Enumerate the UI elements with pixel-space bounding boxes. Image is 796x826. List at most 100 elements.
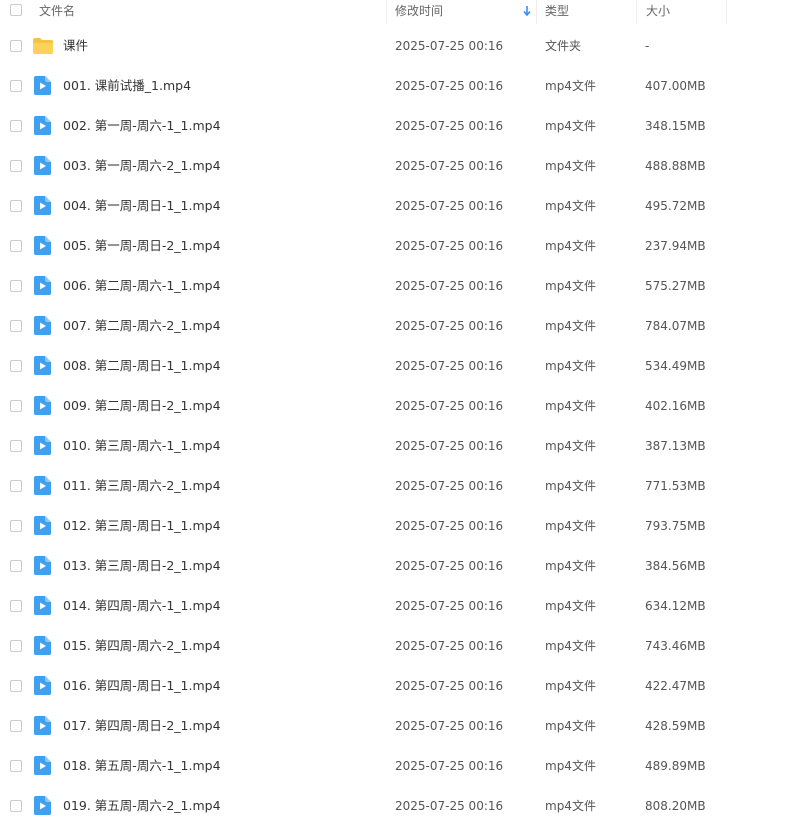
row-checkbox[interactable]	[10, 600, 22, 612]
row-checkbox[interactable]	[10, 200, 22, 212]
column-header-time[interactable]: 修改时间	[386, 0, 536, 24]
video-file-icon	[34, 596, 51, 615]
file-type: mp4文件	[545, 559, 596, 573]
file-name[interactable]: 013. 第三周-周日-2_1.mp4	[63, 546, 221, 586]
modified-time: 2025-07-25 00:16	[395, 159, 504, 173]
file-name[interactable]: 012. 第三周-周日-1_1.mp4	[63, 506, 221, 546]
file-size: 771.53MB	[645, 479, 706, 493]
file-row[interactable]: 002. 第一周-周六-1_1.mp4 2025-07-25 00:16 mp4文件…	[0, 106, 796, 146]
file-type: mp4文件	[545, 759, 596, 773]
file-type: mp4文件	[545, 119, 596, 133]
row-checkbox[interactable]	[10, 360, 22, 372]
row-checkbox[interactable]	[10, 640, 22, 652]
row-checkbox[interactable]	[10, 560, 22, 572]
video-file-icon	[34, 276, 51, 295]
video-file-icon	[34, 316, 51, 335]
column-header-size[interactable]: 大小	[636, 0, 726, 24]
file-list-header: 文件名 修改时间 类型 大小	[0, 0, 796, 24]
row-checkbox[interactable]	[10, 240, 22, 252]
file-name[interactable]: 008. 第二周-周日-1_1.mp4	[63, 346, 221, 386]
file-row[interactable]: 014. 第四周-周六-1_1.mp4 2025-07-25 00:16 mp4文件…	[0, 586, 796, 626]
file-row[interactable]: 006. 第二周-周六-1_1.mp4 2025-07-25 00:16 mp4文件…	[0, 266, 796, 306]
modified-time: 2025-07-25 00:16	[395, 119, 504, 133]
row-checkbox[interactable]	[10, 160, 22, 172]
file-size: 534.49MB	[645, 359, 706, 373]
file-row[interactable]: 001. 课前试播_1.mp4 2025-07-25 00:16 mp4文件 407.…	[0, 66, 796, 106]
file-size: 384.56MB	[645, 559, 706, 573]
column-header-spacer	[726, 0, 796, 24]
file-size: 495.72MB	[645, 199, 706, 213]
file-type: mp4文件	[545, 319, 596, 333]
file-name[interactable]: 010. 第三周-周六-1_1.mp4	[63, 426, 221, 466]
file-size: 348.15MB	[645, 119, 706, 133]
file-name[interactable]: 课件	[63, 26, 88, 66]
modified-time: 2025-07-25 00:16	[395, 239, 504, 253]
video-file-icon	[34, 476, 51, 495]
file-name[interactable]: 005. 第一周-周日-2_1.mp4	[63, 226, 221, 266]
file-name[interactable]: 006. 第二周-周六-1_1.mp4	[63, 266, 221, 306]
file-size: 488.88MB	[645, 159, 706, 173]
file-type: mp4文件	[545, 679, 596, 693]
file-row[interactable]: 013. 第三周-周日-2_1.mp4 2025-07-25 00:16 mp4文件…	[0, 546, 796, 586]
file-type: mp4文件	[545, 639, 596, 653]
file-row[interactable]: 012. 第三周-周日-1_1.mp4 2025-07-25 00:16 mp4文件…	[0, 506, 796, 546]
file-size: 422.47MB	[645, 679, 706, 693]
file-size: 407.00MB	[645, 79, 706, 93]
file-row[interactable]: 016. 第四周-周日-1_1.mp4 2025-07-25 00:16 mp4文件…	[0, 666, 796, 706]
modified-time: 2025-07-25 00:16	[395, 679, 504, 693]
file-name[interactable]: 007. 第二周-周六-2_1.mp4	[63, 306, 221, 346]
row-checkbox[interactable]	[10, 280, 22, 292]
video-file-icon	[34, 356, 51, 375]
file-row[interactable]: 004. 第一周-周日-1_1.mp4 2025-07-25 00:16 mp4文件…	[0, 186, 796, 226]
file-name[interactable]: 009. 第二周-周日-2_1.mp4	[63, 386, 221, 426]
modified-time: 2025-07-25 00:16	[395, 559, 504, 573]
file-size: 634.12MB	[645, 599, 706, 613]
modified-time: 2025-07-25 00:16	[395, 319, 504, 333]
modified-time: 2025-07-25 00:16	[395, 799, 504, 813]
row-checkbox[interactable]	[10, 440, 22, 452]
file-name[interactable]: 015. 第四周-周六-2_1.mp4	[63, 626, 221, 666]
file-type: mp4文件	[545, 599, 596, 613]
row-checkbox[interactable]	[10, 760, 22, 772]
file-row[interactable]: 005. 第一周-周日-2_1.mp4 2025-07-25 00:16 mp4文件…	[0, 226, 796, 266]
file-row[interactable]: 011. 第三周-周六-2_1.mp4 2025-07-25 00:16 mp4文件…	[0, 466, 796, 506]
row-checkbox[interactable]	[10, 480, 22, 492]
file-row[interactable]: 017. 第四周-周日-2_1.mp4 2025-07-25 00:16 mp4文件…	[0, 706, 796, 746]
file-name[interactable]: 014. 第四周-周六-1_1.mp4	[63, 586, 221, 626]
folder-icon	[32, 37, 54, 55]
sort-descending-icon[interactable]	[522, 5, 532, 17]
file-row[interactable]: 008. 第二周-周日-1_1.mp4 2025-07-25 00:16 mp4文件…	[0, 346, 796, 386]
file-name[interactable]: 011. 第三周-周六-2_1.mp4	[63, 466, 221, 506]
file-name[interactable]: 001. 课前试播_1.mp4	[63, 66, 191, 106]
row-checkbox[interactable]	[10, 120, 22, 132]
video-file-icon	[34, 196, 51, 215]
file-row[interactable]: 010. 第三周-周六-1_1.mp4 2025-07-25 00:16 mp4文件…	[0, 426, 796, 466]
select-all-checkbox[interactable]	[10, 4, 22, 16]
file-name[interactable]: 018. 第五周-周六-1_1.mp4	[63, 746, 221, 786]
file-row[interactable]: 015. 第四周-周六-2_1.mp4 2025-07-25 00:16 mp4文件…	[0, 626, 796, 666]
row-checkbox[interactable]	[10, 400, 22, 412]
row-checkbox[interactable]	[10, 40, 22, 52]
file-row[interactable]: 课件 2025-07-25 00:16 文件夹 -	[0, 26, 796, 66]
row-checkbox[interactable]	[10, 720, 22, 732]
row-checkbox[interactable]	[10, 800, 22, 812]
file-name[interactable]: 019. 第五周-周六-2_1.mp4	[63, 786, 221, 826]
row-checkbox[interactable]	[10, 520, 22, 532]
file-name[interactable]: 017. 第四周-周日-2_1.mp4	[63, 706, 221, 746]
video-file-icon	[34, 156, 51, 175]
file-name[interactable]: 003. 第一周-周六-2_1.mp4	[63, 146, 221, 186]
column-header-name[interactable]: 文件名	[30, 0, 386, 24]
file-row[interactable]: 003. 第一周-周六-2_1.mp4 2025-07-25 00:16 mp4文件…	[0, 146, 796, 186]
file-name[interactable]: 016. 第四周-周日-1_1.mp4	[63, 666, 221, 706]
row-checkbox[interactable]	[10, 320, 22, 332]
file-name[interactable]: 002. 第一周-周六-1_1.mp4	[63, 106, 221, 146]
file-row[interactable]: 009. 第二周-周日-2_1.mp4 2025-07-25 00:16 mp4文件…	[0, 386, 796, 426]
modified-time: 2025-07-25 00:16	[395, 519, 504, 533]
file-row[interactable]: 007. 第二周-周六-2_1.mp4 2025-07-25 00:16 mp4文件…	[0, 306, 796, 346]
row-checkbox[interactable]	[10, 80, 22, 92]
column-header-type[interactable]: 类型	[536, 0, 636, 24]
file-row[interactable]: 019. 第五周-周六-2_1.mp4 2025-07-25 00:16 mp4文件…	[0, 786, 796, 826]
file-row[interactable]: 018. 第五周-周六-1_1.mp4 2025-07-25 00:16 mp4文件…	[0, 746, 796, 786]
row-checkbox[interactable]	[10, 680, 22, 692]
file-name[interactable]: 004. 第一周-周日-1_1.mp4	[63, 186, 221, 226]
